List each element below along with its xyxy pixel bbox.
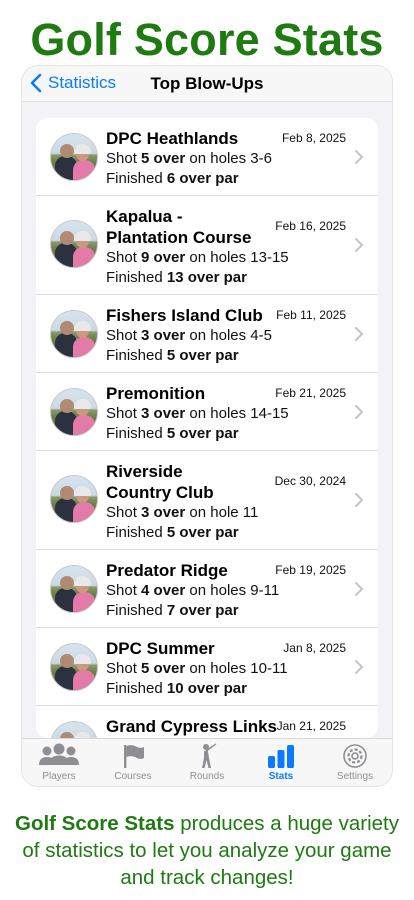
list-item[interactable]: Grand Cypress Links Jan 21, 2025 (36, 706, 378, 738)
avatar (50, 721, 98, 738)
list-item[interactable]: Riverside Country Club Dec 30, 2024 Shot… (36, 451, 378, 550)
list-item[interactable]: Fishers Island Club Feb 11, 2025 Shot 3 … (36, 295, 378, 373)
avatar (50, 643, 98, 691)
app-title: Golf Score Stats (30, 14, 384, 65)
finish-summary: Finished 10 over par (106, 680, 247, 697)
course-name: Predator Ridge (106, 561, 228, 580)
gear-icon (343, 744, 367, 768)
chevron-right-icon (355, 150, 364, 164)
shot-summary: Shot 5 over on holes 3-6 (106, 150, 272, 167)
chevron-right-icon (355, 582, 364, 596)
chevron-right-icon (355, 327, 364, 341)
course-name: Fishers Island Club (106, 306, 263, 325)
course-name: Premonition (106, 384, 206, 403)
tab-players[interactable]: Players (22, 739, 96, 786)
round-date: Jan 21, 2025 (276, 719, 346, 733)
chevron-right-icon (355, 660, 364, 674)
round-date: Dec 30, 2024 (274, 474, 346, 488)
chevron-right-icon (355, 493, 364, 507)
round-date: Feb 21, 2025 (275, 386, 346, 400)
tab-stats[interactable]: Stats (244, 739, 318, 786)
round-date: Feb 8, 2025 (281, 131, 346, 145)
course-name: DPC Summer (106, 639, 215, 658)
finish-summary: Finished 6 over par (106, 170, 239, 187)
tab-label: Rounds (189, 771, 225, 782)
avatar (50, 220, 98, 268)
finish-summary: Finished 13 over par (106, 269, 247, 286)
finish-summary: Finished 7 over par (106, 602, 239, 619)
golfer-icon (202, 743, 217, 768)
round-date: Feb 11, 2025 (276, 308, 346, 322)
chevron-right-icon (355, 238, 364, 252)
navigation-bar: Statistics Top Blow-Ups (22, 66, 392, 102)
phone-screen: Statistics Top Blow-Ups DPC Heathlands F… (22, 66, 392, 786)
avatar (50, 475, 98, 523)
flag-icon (124, 745, 144, 768)
round-date: Jan 8, 2025 (283, 641, 346, 655)
list-item[interactable]: DPC Heathlands Feb 8, 2025 Shot 5 over o… (36, 118, 378, 196)
tab-bar: Players Courses Rounds Stats Settings (22, 738, 392, 786)
finish-summary: Finished 5 over par (106, 347, 239, 364)
tab-label: Settings (336, 771, 374, 782)
avatar (50, 133, 98, 181)
list-item[interactable]: Premonition Feb 21, 2025 Shot 3 over on … (36, 373, 378, 451)
shot-summary: Shot 3 over on holes 14-15 (106, 405, 289, 422)
list-item[interactable]: DPC Summer Jan 8, 2025 Shot 5 over on ho… (36, 628, 378, 706)
tab-courses[interactable]: Courses (96, 739, 170, 786)
tab-label: Players (42, 771, 76, 782)
chevron-right-icon (355, 405, 364, 419)
promo-app-name: Golf Score Stats (15, 812, 175, 835)
course-name: Grand Cypress Links (106, 717, 278, 736)
tab-settings[interactable]: Settings (318, 739, 392, 786)
list-item[interactable]: Kapalua - Plantation Course Feb 16, 2025… (36, 196, 378, 295)
bar-chart-icon (268, 745, 294, 768)
shot-summary: Shot 3 over on hole 11 (106, 504, 259, 521)
list-item[interactable]: Predator Ridge Feb 19, 2025 Shot 4 over … (36, 550, 378, 628)
finish-summary: Finished 5 over par (106, 524, 239, 541)
course-name: Kapalua - Plantation Course (106, 207, 252, 247)
course-name: Riverside Country Club (106, 462, 214, 502)
avatar (50, 565, 98, 613)
avatar (50, 388, 98, 436)
shot-summary: Shot 4 over on holes 9-11 (106, 582, 280, 599)
tab-label: Courses (114, 771, 152, 782)
round-date: Feb 16, 2025 (275, 219, 346, 233)
shot-summary: Shot 5 over on holes 10-11 (106, 660, 288, 677)
finish-summary: Finished 5 over par (106, 425, 239, 442)
tab-rounds[interactable]: Rounds (170, 739, 244, 786)
tab-label: Stats (268, 771, 294, 782)
course-name: DPC Heathlands (106, 129, 239, 148)
shot-summary: Shot 3 over on holes 4-5 (106, 327, 272, 344)
players-icon (39, 743, 79, 765)
round-date: Feb 19, 2025 (275, 563, 346, 577)
avatar (50, 310, 98, 358)
blowups-list[interactable]: DPC Heathlands Feb 8, 2025 Shot 5 over o… (36, 118, 378, 738)
shot-summary: Shot 9 over on holes 13-15 (106, 249, 289, 266)
promo-caption: Golf Score Stats produces a huge variety… (10, 810, 404, 891)
page-title: Top Blow-Ups (150, 74, 264, 93)
